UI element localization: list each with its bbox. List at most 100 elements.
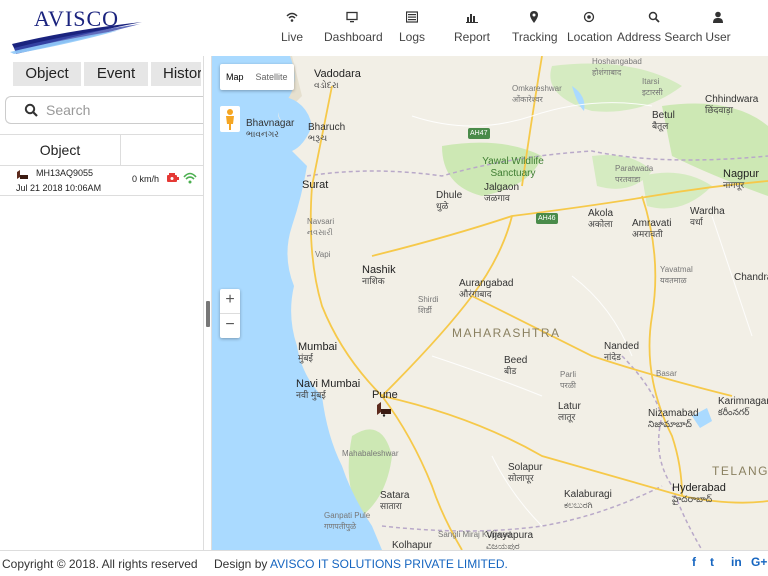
city-name: Surat <box>302 179 329 191</box>
monitor-icon <box>324 10 380 28</box>
tab-object[interactable]: Object <box>13 62 83 86</box>
city-name: Hoshangabad <box>592 57 642 66</box>
city-label: Mumbai मुंबई <box>298 342 337 364</box>
city-local-name: अमरावती <box>632 229 663 239</box>
city-local-name: मुंबई <box>298 353 313 363</box>
search-icon <box>617 10 691 28</box>
city-label: Paratwada परतवाडा <box>615 163 653 185</box>
region-line: Sanctuary <box>490 168 536 179</box>
city-local-name: परतवाडा <box>615 175 641 184</box>
city-name: Vadodara <box>314 68 361 80</box>
design-credit-link[interactable]: AVISCO IT SOLUTIONS PRIVATE LIMITED. <box>270 557 508 571</box>
city-local-name: नांदेड <box>604 352 621 362</box>
nav-location[interactable]: Location <box>567 10 613 50</box>
city-local-name: హైదరాబాద్ <box>672 494 713 504</box>
city-local-name: धुळे <box>436 201 449 211</box>
target-icon <box>567 10 611 28</box>
city-name: Nizamabad <box>648 408 699 419</box>
city-local-name: નવસારી <box>307 228 333 237</box>
city-name: Bharuch <box>308 122 346 133</box>
city-name: Amravati <box>632 218 672 229</box>
city-name: Latur <box>558 401 581 412</box>
nav-report[interactable]: Report <box>453 10 491 50</box>
city-local-name: नागपूर <box>723 180 745 190</box>
city-local-name: छिंदवाड़ा <box>705 105 733 115</box>
engine-off-icon <box>167 173 179 182</box>
region-label: Yawal Wildlife Sanctuary <box>478 156 548 180</box>
city-label: Kalaburagi ಕಲಬುರಗಿ <box>564 489 612 511</box>
nav-logs[interactable]: Logs <box>397 10 427 50</box>
city-label: Omkareshwar ओंकारेश्वर <box>512 83 562 105</box>
city-name: Paratwada <box>615 164 654 173</box>
gps-signal-icon <box>183 172 197 184</box>
city-name: Vijayapura <box>486 530 534 541</box>
city-name: Mumbai <box>298 341 338 353</box>
city-name: Shirdi <box>418 295 439 304</box>
nav-logs-label: Logs <box>398 30 426 44</box>
city-label: Vijayapura ವಿಜಯಪುರ <box>486 530 533 550</box>
city-label: Nanded नांदेड <box>604 341 639 363</box>
city-label: Chhindwara छिंदवाड़ा <box>705 94 758 116</box>
city-label: Nizamabad నిజామాబాద్ <box>648 408 699 430</box>
city-local-name: यवतमाळ <box>660 276 687 285</box>
nav-dashboard[interactable]: Dashboard <box>324 10 383 50</box>
zoom-out-button[interactable]: − <box>220 314 240 338</box>
zoom-in-button[interactable]: + <box>220 289 240 313</box>
city-label: Jalgaon जळगाव <box>484 182 519 204</box>
nav-live[interactable]: Live <box>277 10 307 50</box>
city-name: Chandra <box>734 272 768 283</box>
city-name: Karimnagar <box>718 396 768 407</box>
splitter-grip[interactable] <box>206 301 210 327</box>
city-label: Bharuch ભરૂચ <box>308 122 345 144</box>
twitter-icon[interactable]: t <box>710 555 714 569</box>
city-label: Latur लातूर <box>558 401 581 423</box>
map-type-satellite-button[interactable]: Satellite <box>250 64 294 90</box>
city-label: Hoshangabad होशंगाबाद <box>592 56 642 78</box>
tab-history[interactable]: History <box>151 62 203 86</box>
city-name: Wardha <box>690 206 725 217</box>
city-label: Akola अकोला <box>588 208 613 230</box>
column-header-object[interactable]: Object <box>0 135 121 165</box>
city-label: Ganpati Pule गणपतीपुळे <box>324 510 370 532</box>
city-name: Bhavnagar <box>246 118 295 129</box>
city-label: Beed बीड <box>504 355 527 377</box>
search-icon <box>24 103 38 117</box>
tab-event[interactable]: Event <box>84 62 150 86</box>
object-search <box>5 96 203 124</box>
nav-user-label: User <box>705 30 731 44</box>
nav-address-search-label: Address Search <box>617 30 703 44</box>
city-label: Wardha वर्धा <box>690 206 725 228</box>
bar-chart-icon <box>453 10 491 28</box>
object-search-input[interactable] <box>46 100 196 120</box>
nav-address-search[interactable]: Address Search <box>617 10 703 50</box>
city-local-name: నిజామాబాద్ <box>648 419 692 429</box>
nav-tracking[interactable]: Tracking <box>512 10 558 50</box>
city-label: Hyderabad హైదరాబాద్ <box>672 483 726 505</box>
city-name: Kalaburagi <box>564 489 612 500</box>
city-name: Navsari <box>307 217 335 226</box>
city-local-name: बीड <box>504 366 517 376</box>
city-label: Betul बैतूल <box>652 110 675 132</box>
city-local-name: ભરૂચ <box>308 133 328 143</box>
map-type-control: Map Satellite <box>220 64 294 90</box>
panel-splitter[interactable] <box>203 56 212 550</box>
nav-user[interactable]: User <box>703 10 733 50</box>
city-local-name: नवी मुंबई <box>296 390 326 400</box>
city-name: Nagpur <box>723 168 760 180</box>
nav-location-label: Location <box>567 30 613 44</box>
city-name: Yavatmal <box>660 265 693 274</box>
city-local-name: शिर्डी <box>418 306 432 315</box>
city-local-name: ಕಲಬುರಗಿ <box>564 500 593 510</box>
map-view[interactable]: Map Satellite + − MAHARASHTRA TELANG Yawa… <box>212 56 768 550</box>
nav-report-label: Report <box>453 30 491 44</box>
street-view-pegman-icon[interactable] <box>220 106 240 132</box>
object-row[interactable]: MH13AQ9055 Jul 21 2018 10:06AM 0 km/h <box>0 166 203 196</box>
city-name: Solapur <box>508 462 543 473</box>
avisco-logo[interactable]: AVISCO <box>10 4 150 54</box>
vehicle-marker-icon[interactable] <box>375 399 393 417</box>
map-type-map-button[interactable]: Map <box>220 64 250 90</box>
facebook-icon[interactable]: f <box>692 555 696 569</box>
city-label: Satara सातारा <box>380 490 409 512</box>
linkedin-icon[interactable]: in <box>731 555 742 569</box>
google-plus-icon[interactable]: G+ <box>751 555 767 569</box>
